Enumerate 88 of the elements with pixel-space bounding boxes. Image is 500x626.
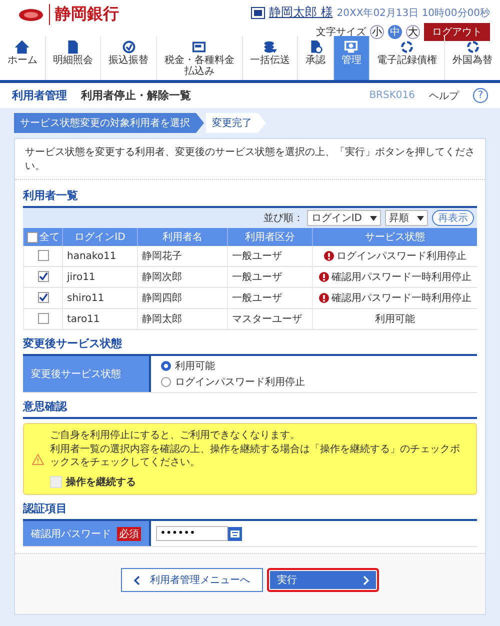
redisplay-button[interactable]: 再表示 — [432, 210, 474, 226]
confirmation-text: ご自身を利用停止にすると、ご利用できなくなります。 — [50, 429, 301, 442]
warning-triangle-icon — [32, 454, 44, 464]
table-cell: jiro11 — [62, 266, 138, 288]
service-status: ログインパスワード利用停止 — [336, 250, 466, 263]
table-cell: 一般ユーザ — [228, 266, 312, 288]
nav-icon — [66, 40, 80, 54]
radio-label: ログインパスワード利用停止 — [175, 376, 305, 389]
nav-tab[interactable]: 管理 — [333, 36, 369, 80]
user-name: 静岡太郎 様 — [268, 4, 333, 21]
nav-icon — [344, 40, 358, 54]
execute-button[interactable]: 実行 — [267, 568, 379, 592]
nav-tab[interactable]: 振込振替 — [100, 36, 156, 80]
sort-label: 並び順： — [263, 212, 304, 225]
checkbox-label: 操作を継続する — [66, 476, 136, 489]
progress-step: 変更完了 — [206, 113, 266, 133]
table-cell: マスターユーザ — [228, 308, 312, 330]
sort-field-select[interactable]: ログインID — [307, 210, 381, 226]
service-status: 利用可能 — [375, 312, 415, 326]
table-cell: 静岡四郎 — [138, 288, 228, 308]
nav-icon — [466, 40, 480, 54]
font-size-button[interactable]: 小 — [370, 25, 384, 39]
bank-name: 静岡銀行 — [49, 4, 119, 25]
nav-tab[interactable]: 税金・各種料金払込み — [156, 36, 242, 80]
nav-tab[interactable]: 外国為替 — [444, 36, 500, 80]
section-heading: 認証項目 — [23, 501, 68, 516]
row-checkbox[interactable] — [38, 271, 48, 282]
table-cell: 静岡次郎 — [138, 266, 228, 288]
back-button[interactable]: 利用者管理メニューへ — [121, 568, 263, 592]
instruction-text: サービス状態を変更する利用者、変更後のサービス状態を選択の上、「実行」ボタンを押してください。 — [15, 139, 485, 180]
column-header: サービス状態 — [312, 228, 477, 246]
field-label: 変更後サービス状態 — [23, 356, 151, 392]
progress-step: サービス状態変更の対象利用者を選択 — [14, 113, 204, 133]
column-header: ログインID — [62, 228, 138, 246]
section-heading: 意思確認 — [23, 399, 68, 414]
help-icon[interactable]: ? — [473, 88, 488, 103]
help-link[interactable]: ヘルプ — [429, 88, 459, 102]
column-header: 利用者名 — [138, 228, 228, 246]
table-cell: 一般ユーザ — [228, 246, 312, 266]
nav-icon — [308, 40, 323, 54]
nav-icon — [15, 40, 30, 54]
table-cell: 静岡太郎 — [138, 308, 228, 330]
service-status: 確認用パスワード一時利用停止 — [332, 292, 472, 305]
font-size-button[interactable]: 中 — [388, 25, 402, 39]
font-size-button[interactable]: 大 — [406, 25, 420, 39]
nav-icon — [192, 40, 206, 54]
select-all-label: 全て — [40, 231, 60, 244]
table-cell: 一般ユーザ — [228, 288, 312, 308]
radio-button[interactable] — [161, 361, 171, 371]
chevron-left-icon — [134, 576, 140, 584]
sort-order-select[interactable]: 昇順 — [385, 210, 428, 226]
nav-icon — [400, 40, 414, 54]
confirmation-text: 利用者一覧の選択内容を確認の上、操作を継続する場合は「操作を継続する」のチェックボックスをチェックしてください。 — [50, 443, 461, 469]
nav-tab[interactable]: 一括伝送 — [242, 36, 298, 80]
login-datetime: 20XX年02月13日 10時00分00秒 — [336, 6, 490, 20]
section-title: 利用者管理 — [12, 88, 67, 103]
table-cell: 静岡花子 — [138, 246, 228, 266]
service-status: 確認用パスワード一時利用停止 — [332, 270, 472, 284]
password-field[interactable]: •••••• — [156, 526, 228, 541]
nav-tab[interactable]: ホーム — [0, 36, 45, 80]
table-cell: taro11 — [62, 308, 138, 330]
screen-id: BRSK016 — [369, 90, 415, 101]
logout-button[interactable]: ログアウト — [424, 23, 490, 41]
radio-label: 利用可能 — [175, 360, 215, 373]
caret-icon — [417, 216, 424, 220]
nav-tab[interactable]: 明細照会 — [44, 36, 100, 80]
chevron-right-icon — [363, 576, 369, 584]
row-checkbox[interactable] — [38, 313, 48, 324]
section-heading: 利用者一覧 — [23, 188, 79, 203]
row-checkbox[interactable] — [38, 292, 48, 304]
keyboard-icon[interactable] — [228, 526, 242, 540]
font-size-label: 文字サイズ — [316, 26, 366, 39]
logo-icon — [18, 6, 44, 22]
page-title: 利用者停止・解除一覧 — [81, 88, 192, 103]
continue-checkbox[interactable] — [50, 476, 62, 488]
section-heading: 変更後サービス状態 — [23, 336, 123, 351]
row-checkbox[interactable] — [38, 250, 48, 262]
table-cell: hanako11 — [62, 246, 138, 266]
column-header: 利用者区分 — [228, 228, 312, 246]
required-badge: 必須 — [117, 526, 141, 540]
radio-button[interactable] — [161, 377, 171, 387]
table-cell: shiro11 — [62, 288, 138, 308]
nav-icon — [122, 40, 136, 54]
field-label: 確認用パスワード — [31, 528, 111, 540]
nav-icon — [263, 40, 278, 54]
caret-icon — [370, 216, 377, 220]
select-all-checkbox[interactable] — [26, 232, 38, 242]
nav-tab[interactable]: 電子記録債権 — [368, 36, 444, 80]
